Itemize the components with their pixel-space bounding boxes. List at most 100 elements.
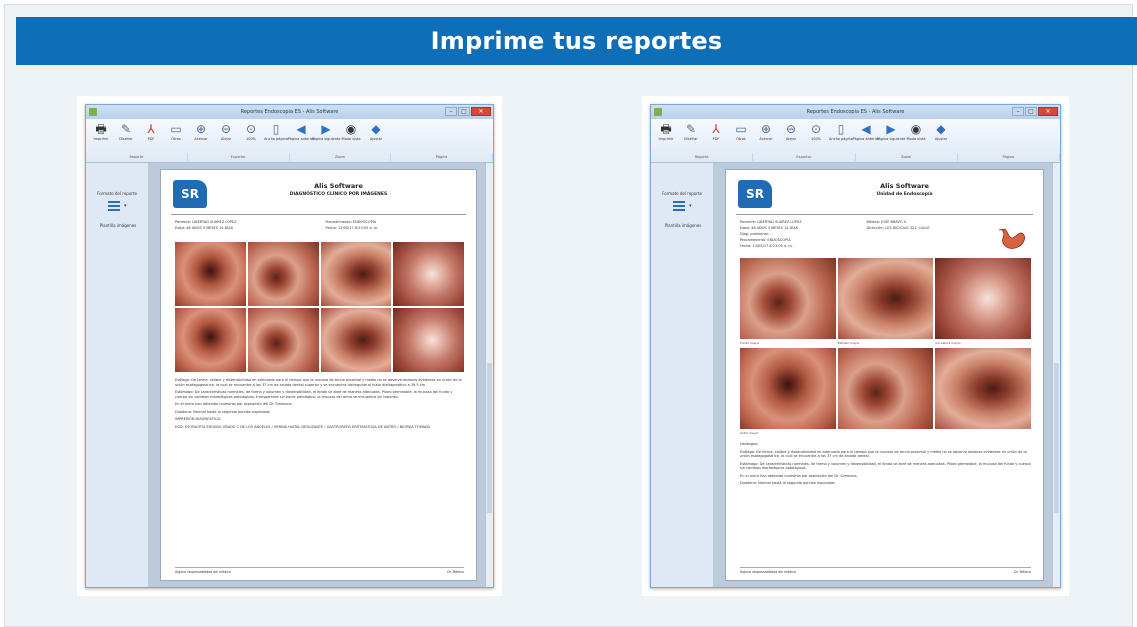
zoom-out-icon: ⊖ <box>785 122 797 136</box>
endoscopy-image-grid <box>175 242 464 372</box>
endoscopy-image[interactable] <box>935 348 1031 429</box>
toolbar-button-view-mode[interactable]: ◉ Modo vista <box>905 122 927 150</box>
toolbar-button-page-width[interactable]: ▯ Ancho página <box>264 122 288 150</box>
toolbar-button-label: 100% <box>810 137 821 141</box>
endoscopy-image[interactable] <box>247 308 319 372</box>
toolbar-button-label: Página anterior <box>852 137 880 141</box>
close-button[interactable]: ✕ <box>471 107 491 116</box>
toolbar-button-fit[interactable]: ◆ Ajustar <box>365 122 387 150</box>
toolbar-button-zoom-in[interactable]: ⊕ Acercar <box>755 122 777 150</box>
patient-field: Diag. preliminar: -- <box>740 232 773 236</box>
toolbar-button-fit[interactable]: ◆ Ajustar <box>930 122 952 150</box>
other-formats-icon: ▭ <box>735 122 747 136</box>
patient-field: Procedimiento: ENDOSCOPIA <box>325 220 377 224</box>
findings-paragraph: Estómago: De características normales, d… <box>175 390 453 399</box>
endoscopy-image[interactable] <box>740 258 836 339</box>
toolbar-button-pdf[interactable]: ⅄ PDF <box>140 122 162 150</box>
toolbar-button-design[interactable]: ✎ Diseñar <box>680 122 702 150</box>
toolbar-button-label: Ajustar <box>934 137 948 141</box>
template-list-icon[interactable] <box>108 201 120 212</box>
patient-field: Edad: 46 AÑOS 3 MESES 14 DÍAS <box>740 226 799 230</box>
toolbar-button-next-page[interactable]: ▶ Página siguiente <box>312 122 341 150</box>
design-icon: ✎ <box>685 122 697 136</box>
toolbar-button-design[interactable]: ✎ Diseñar <box>115 122 137 150</box>
sidebar-item-template[interactable]: Plantilla imágenes <box>92 223 144 228</box>
endoscopy-image[interactable] <box>935 258 1031 339</box>
window-title: Reportes Endoscopia ES - Alis Software <box>240 109 339 115</box>
findings-paragraph: Estómago: De características normales, d… <box>740 461 1031 471</box>
ribbon-group-label: Zoom <box>290 153 392 161</box>
pdf-icon: ⅄ <box>712 122 720 136</box>
ribbon-group-label: Página <box>391 153 493 161</box>
toolbar-button-label: Alejar <box>785 137 797 141</box>
report-findings: Hallazgos: Esófago: De forma, calibre y d… <box>740 442 1031 489</box>
toolbar-button-label: Ancho página <box>264 137 288 141</box>
endoscopy-image[interactable] <box>175 242 246 306</box>
toolbar-button-zoom-out[interactable]: ⊖ Alejar <box>215 122 237 150</box>
findings-paragraph: Duodeno: Normal hasta la segunda porción… <box>175 409 271 414</box>
toolbar-button-zoom-100[interactable]: ⊙ 100% <box>240 122 262 150</box>
maximize-button[interactable]: □ <box>458 107 470 116</box>
toolbar-button-other-formats[interactable]: ▭ Otros <box>730 122 752 150</box>
page-title-banner: Imprime tus reportes <box>16 17 1137 65</box>
toolbar-button-label: Acercar <box>759 137 773 141</box>
endoscopy-image-grid: Fondo mayor Esfínter mayor Curvatura mayor… <box>740 258 1031 436</box>
toolbar-button-previous-page[interactable]: ◀ Página anterior <box>287 122 315 150</box>
toolbar-button-label: Imprimir <box>658 137 674 141</box>
zoom-100-icon: ⊙ <box>810 122 822 136</box>
endoscopy-image[interactable] <box>175 308 246 372</box>
app-icon <box>654 108 662 116</box>
minimize-button[interactable]: – <box>445 107 457 116</box>
scrollbar-thumb[interactable] <box>1054 363 1059 513</box>
endoscopy-image[interactable] <box>740 348 836 429</box>
report-company-name: Alis Software <box>880 182 929 190</box>
endoscopy-image[interactable] <box>393 308 464 372</box>
toolbar-button-label: Otros <box>171 137 181 141</box>
toolbar-button-zoom-out[interactable]: ⊖ Alejar <box>780 122 802 150</box>
ribbon-groups: Reporte Exportar Zoom Página <box>651 153 1060 161</box>
toolbar-button-label: Página anterior <box>287 137 315 141</box>
endoscopy-image[interactable] <box>247 242 319 306</box>
sidebar-item-template[interactable]: Plantilla imágenes <box>657 223 709 228</box>
preview-area: SR Alis Software DIAGNÓSTICO CLÍNICO POR I… <box>148 163 485 587</box>
design-icon: ✎ <box>120 122 132 136</box>
ribbon-group-label: Exportar <box>188 153 290 161</box>
toolbar-button-page-width[interactable]: ▯ Ancho página <box>829 122 853 150</box>
image-caption <box>935 431 1031 436</box>
toolbar-button-label: PDF <box>712 137 720 141</box>
endoscopy-image[interactable] <box>837 348 934 429</box>
zoom-in-icon: ⊕ <box>760 122 772 136</box>
vertical-scrollbar[interactable] <box>485 163 493 587</box>
toolbar-button-zoom-in[interactable]: ⊕ Acercar <box>190 122 212 150</box>
endoscopy-image[interactable] <box>837 258 934 339</box>
printer-icon: 🖶 <box>660 122 672 136</box>
maximize-button[interactable]: □ <box>1025 107 1037 116</box>
patient-field: Dirección: LES DELICIAS 321, CALLE <box>866 226 930 230</box>
toolbar-button-printer[interactable]: 🖶 Imprimir <box>655 122 677 150</box>
toolbar-button-label: 100% <box>245 137 256 141</box>
template-list-icon[interactable] <box>673 201 685 212</box>
vertical-scrollbar[interactable] <box>1052 163 1060 587</box>
findings-paragraph: En el antro han obtenido muestras por as… <box>740 473 858 478</box>
image-caption <box>838 431 934 436</box>
minimize-button[interactable]: – <box>1012 107 1024 116</box>
close-button[interactable]: ✕ <box>1038 107 1058 116</box>
endoscopy-image[interactable] <box>320 242 392 306</box>
toolbar-tools: 🖶 Imprimir ✎ Diseñar ⅄ PDF ▭ Otros ⊕ Acercar ⊖ Alej… <box>86 119 493 150</box>
patient-info: Paciente: LIBERTAD SUAREZ LÓPEZ Procedimi… <box>175 220 466 230</box>
toolbar-button-other-formats[interactable]: ▭ Otros <box>165 122 187 150</box>
toolbar-button-pdf[interactable]: ⅄ PDF <box>705 122 727 150</box>
toolbar-button-next-page[interactable]: ▶ Página siguiente <box>877 122 906 150</box>
endoscopy-image[interactable] <box>320 308 392 372</box>
endoscopy-image[interactable] <box>393 242 464 306</box>
toolbar-button-zoom-100[interactable]: ⊙ 100% <box>805 122 827 150</box>
toolbar-button-previous-page[interactable]: ◀ Página anterior <box>852 122 880 150</box>
chevron-down-icon[interactable]: ▾ <box>124 203 127 209</box>
toolbar-button-view-mode[interactable]: ◉ Modo vista <box>340 122 362 150</box>
scrollbar-thumb[interactable] <box>487 363 492 513</box>
findings-paragraph: Duodeno: Normal hasta la segunda porción… <box>740 481 836 485</box>
chevron-down-icon[interactable]: ▾ <box>689 203 692 209</box>
findings-paragraph: Esófago: De forma, calibre y distensibil… <box>740 449 1027 459</box>
toolbar-button-printer[interactable]: 🖶 Imprimir <box>90 122 112 150</box>
report-findings: Esófago: De forma, calibre y distensibil… <box>175 378 464 432</box>
